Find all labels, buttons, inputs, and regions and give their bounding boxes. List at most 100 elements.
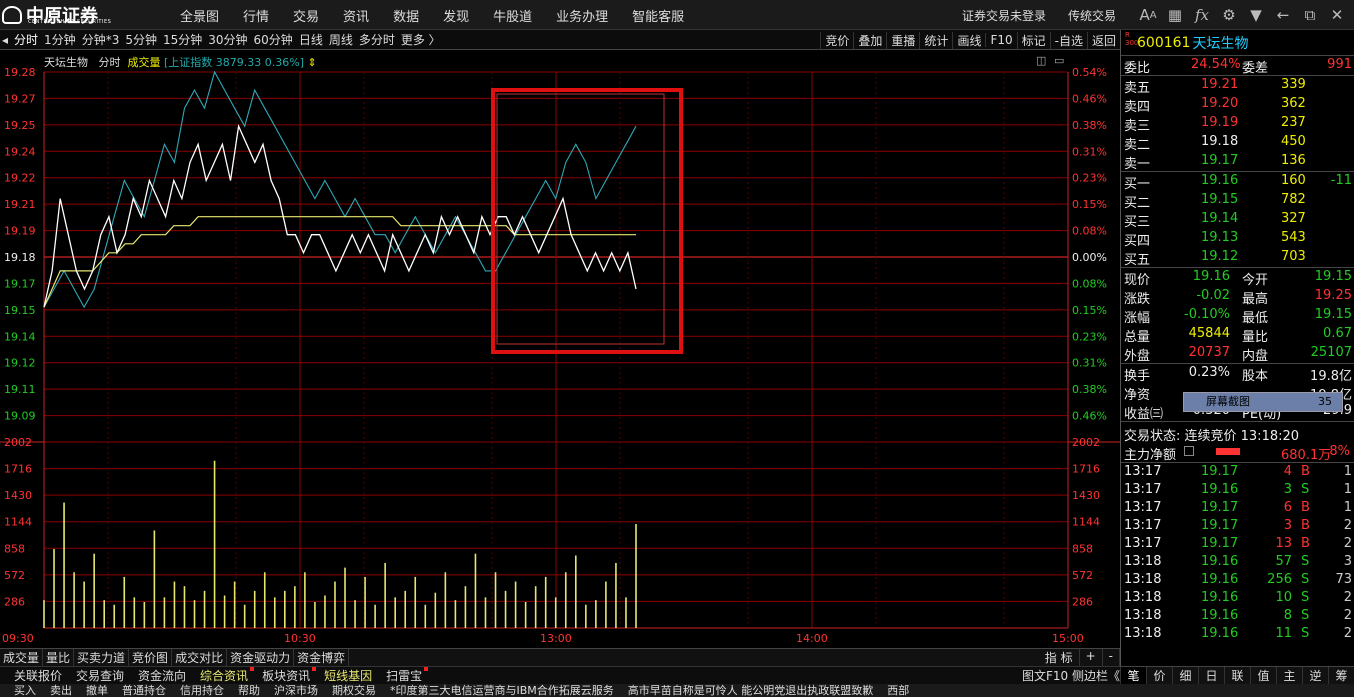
flow-detail-icon[interactable] (1184, 446, 1194, 456)
sells-level-volume: 136 (1281, 153, 1306, 168)
buys-level-price[interactable]: 19.14 (1201, 211, 1238, 226)
screenshot-tooltip[interactable]: 屏幕截图 35 (1183, 392, 1343, 412)
function-tab[interactable]: 关联报价 (14, 667, 62, 684)
chart-button[interactable]: 重播 (886, 31, 919, 49)
sidebar-toggle[interactable]: 图文F10 侧边栏《 (1022, 667, 1120, 684)
function-tab[interactable]: 短线基因 (324, 667, 372, 684)
nav-item[interactable]: 交易 (293, 6, 319, 25)
function-tab[interactable]: 资金流向 (138, 667, 186, 684)
function-tab[interactable]: 综合资讯 (200, 667, 255, 684)
chart-button[interactable]: -自选 (1049, 31, 1087, 49)
tick-time: 13:17 (1124, 464, 1162, 479)
timeframe-tab[interactable]: 分时 (14, 31, 38, 48)
stat-label: 今开 (1242, 273, 1269, 288)
chart-button[interactable]: 画线 (952, 31, 985, 49)
restore-icon[interactable]: ⧉ (1300, 5, 1320, 25)
timeframe-tab[interactable]: 5分钟 (125, 31, 157, 48)
timeframe-tab[interactable]: 更多 〉 (401, 31, 441, 48)
status-item[interactable]: 卖出 (50, 684, 72, 697)
status-item[interactable]: 期权交易 (332, 684, 376, 697)
nav-item[interactable]: 智能客服 (632, 6, 684, 25)
timeframe-tab[interactable]: 60分钟 (254, 31, 293, 48)
indicator-tab[interactable]: 成交量 (0, 649, 44, 666)
function-tab[interactable]: 交易查询 (76, 667, 124, 684)
grid-icon[interactable]: ▦ (1165, 5, 1185, 25)
buys-level-row: 买二 19.15 782 (1121, 191, 1354, 211)
buys-level-price[interactable]: 19.16 (1201, 173, 1238, 188)
sells-level-price[interactable]: 19.20 (1201, 96, 1238, 111)
chart-button[interactable]: 叠加 (853, 31, 886, 49)
nav-item[interactable]: 发现 (443, 6, 469, 25)
timeframe-tab[interactable]: 周线 (329, 31, 353, 48)
buys-level-row: 买四 19.13 543 (1121, 229, 1354, 249)
indicator-tab[interactable]: 成交对比 (172, 649, 228, 666)
font-size-icon[interactable]: AA (1138, 5, 1158, 25)
chart-button[interactable]: 标记 (1016, 31, 1050, 49)
close-icon[interactable]: ✕ (1327, 5, 1347, 25)
indicator-tab[interactable]: 竞价图 (129, 649, 173, 666)
status-item[interactable]: 帮助 (238, 684, 260, 697)
chart-button[interactable]: 返回 (1086, 31, 1120, 49)
intraday-chart[interactable]: 19.28 0.54% 19.27 0.46% 19.25 0.38% 19.24 0.31%… (0, 50, 1120, 646)
quote-tab[interactable]: 筹 (1328, 667, 1354, 684)
tick-side: S (1301, 482, 1310, 497)
function-tab[interactable]: 板块资讯 (262, 667, 317, 684)
login-status[interactable]: 证券交易未登录 (962, 7, 1046, 24)
quote-tab[interactable]: 联 (1224, 667, 1250, 684)
shirt-icon[interactable]: ▼ (1246, 5, 1266, 25)
fx-icon[interactable]: fx (1192, 5, 1212, 25)
quote-tab[interactable]: 逆 (1302, 667, 1328, 684)
chart-button[interactable]: F10 (985, 33, 1016, 47)
quote-tab[interactable]: 主 (1276, 667, 1302, 684)
buys-level-volume: 543 (1281, 230, 1306, 245)
sells-level-price[interactable]: 19.17 (1201, 153, 1238, 168)
timeframe-tab[interactable]: 1分钟 (44, 31, 76, 48)
chart-button[interactable]: 统计 (919, 31, 952, 49)
sort-icon[interactable]: ⇕ (308, 56, 317, 69)
timeframe-tab[interactable]: 15分钟 (163, 31, 202, 48)
indicator-control[interactable]: + (1080, 649, 1103, 667)
nav-item[interactable]: 资讯 (343, 6, 369, 25)
timeframe-tab[interactable]: 分钟*3 (82, 31, 120, 48)
nav-item[interactable]: 数据 (393, 6, 419, 25)
buys-level-price[interactable]: 19.15 (1201, 192, 1238, 207)
indicator-tab[interactable]: 量比 (43, 649, 75, 666)
sells-level-price[interactable]: 19.21 (1201, 77, 1238, 92)
status-item[interactable]: 沪深市场 (274, 684, 318, 697)
nav-item[interactable]: 全景图 (180, 6, 219, 25)
stat-label: 涨跌 (1124, 292, 1151, 307)
indicator-tab[interactable]: 资金博弈 (294, 649, 350, 666)
status-item[interactable]: 普通持仓 (122, 684, 166, 697)
quote-tab[interactable]: 值 (1250, 667, 1276, 684)
quote-tab[interactable]: 笔 (1120, 667, 1146, 684)
tick-row: 13:18 19.16 11 S 2 (1121, 625, 1354, 643)
status-item[interactable]: 买入 (14, 684, 36, 697)
status-item[interactable]: 撤单 (86, 684, 108, 697)
timeframe-tab[interactable]: 30分钟 (208, 31, 247, 48)
nav-item[interactable]: 行情 (243, 6, 269, 25)
timeframe-tab[interactable]: 日线 (299, 31, 323, 48)
nav-item[interactable]: 业务办理 (556, 6, 608, 25)
tick-count: 2 (1343, 608, 1352, 623)
buys-level-price[interactable]: 19.13 (1201, 230, 1238, 245)
function-tab[interactable]: 扫雷宝 (386, 667, 429, 684)
trade-mode[interactable]: 传统交易 (1068, 7, 1116, 24)
quote-tab[interactable]: 价 (1146, 667, 1172, 684)
timeframe-tab[interactable]: 多分时 (359, 31, 395, 48)
sells-level-price[interactable]: 19.19 (1201, 115, 1238, 130)
status-item[interactable]: 信用持仓 (180, 684, 224, 697)
nav-item[interactable]: 牛股道 (493, 6, 532, 25)
quote-tab[interactable]: 日 (1198, 667, 1224, 684)
sells-level-price[interactable]: 19.18 (1201, 134, 1238, 149)
gear-icon[interactable]: ⚙ (1219, 5, 1239, 25)
chart-button[interactable]: 竞价 (820, 31, 853, 49)
quote-tab[interactable]: 细 (1172, 667, 1198, 684)
indicator-control[interactable]: - (1103, 649, 1120, 667)
chart-canvas[interactable]: 19.28 0.54% 19.27 0.46% 19.25 0.38% 19.24 0.31%… (0, 50, 1120, 646)
volume-tick-label: 1716 (4, 463, 32, 476)
indicator-control[interactable]: 指 标 (1039, 649, 1080, 667)
indicator-tab[interactable]: 资金驱动力 (227, 649, 295, 666)
buys-level-price[interactable]: 19.12 (1201, 249, 1238, 264)
back-icon[interactable]: ← (1273, 5, 1293, 25)
indicator-tab[interactable]: 买卖力道 (74, 649, 130, 666)
